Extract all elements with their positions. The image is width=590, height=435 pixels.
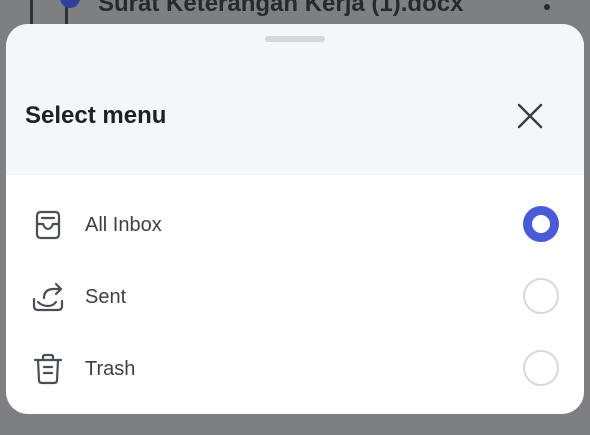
sheet-header: Select menu xyxy=(6,24,584,175)
sent-icon xyxy=(32,282,64,312)
option-all-inbox[interactable]: All Inbox xyxy=(6,194,584,254)
option-label-trash: Trash xyxy=(85,358,136,380)
option-label-sent: Sent xyxy=(85,286,127,308)
radio-trash[interactable] xyxy=(523,350,559,386)
trash-icon xyxy=(33,353,63,385)
close-icon xyxy=(517,103,543,129)
more-options-icon xyxy=(544,4,550,10)
radio-sent[interactable] xyxy=(523,278,559,314)
drag-handle[interactable] xyxy=(265,36,325,42)
sheet-title: Select menu xyxy=(25,102,167,129)
option-trash[interactable]: Trash xyxy=(6,338,584,398)
radio-all-inbox[interactable] xyxy=(523,206,559,242)
inbox-icon xyxy=(35,210,61,240)
close-button[interactable] xyxy=(512,98,548,134)
background-file-title: Surat Keterangan Kerja (1).docx xyxy=(98,0,464,17)
option-label-all-inbox: All Inbox xyxy=(85,214,162,236)
select-menu-sheet: Select menu All Inbox Sent Trash xyxy=(6,24,584,414)
option-sent[interactable]: Sent xyxy=(6,266,584,326)
